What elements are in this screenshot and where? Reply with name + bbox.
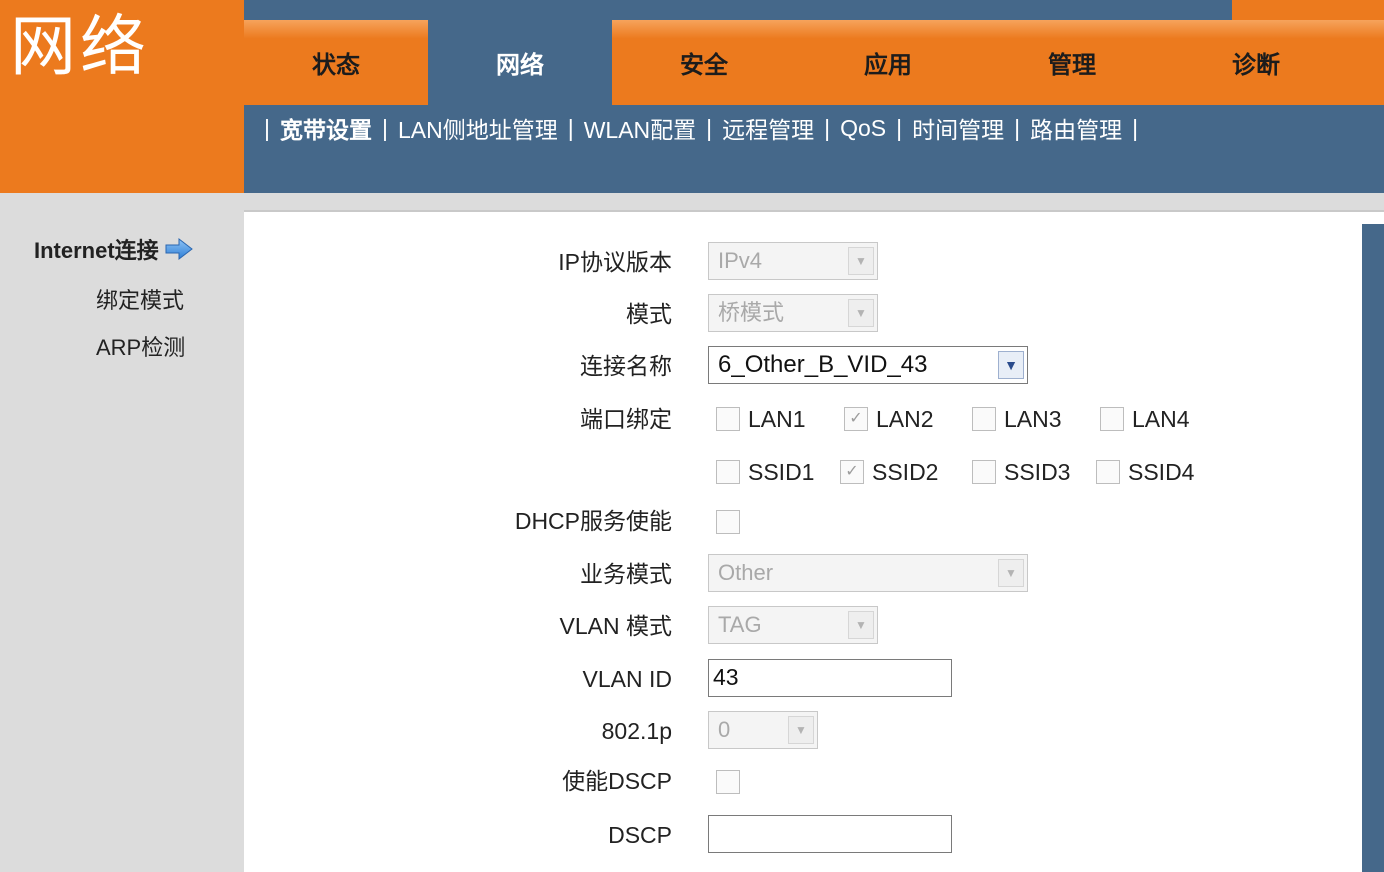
subnav-separator: |: [381, 114, 388, 141]
row-vlan-id: VLAN ID 43: [244, 659, 1364, 699]
subnav-broadband[interactable]: 宽带设置: [280, 111, 372, 145]
lan1-label: LAN1: [748, 406, 806, 432]
subnav-remote[interactable]: 远程管理: [722, 111, 814, 145]
ssid4-label: SSID4: [1128, 459, 1195, 485]
priority-select: 0 ▼: [708, 711, 818, 749]
tab-diagnostics[interactable]: 诊断: [1164, 20, 1348, 105]
scrollbar-edge[interactable]: [1362, 224, 1384, 872]
tab-status[interactable]: 状态: [244, 20, 428, 105]
row-port-binding-ssid: SSID1 ✓ SSID2 SSID3 SSID4: [244, 452, 1364, 492]
enable-dscp-label: 使能DSCP: [562, 768, 672, 794]
subnav-separator: |: [706, 114, 713, 141]
checkbox-ssid4[interactable]: [1096, 460, 1120, 484]
port-binding-label: 端口绑定: [580, 406, 672, 432]
mode-label: 模式: [626, 301, 672, 327]
mode-value: 桥模式: [718, 300, 785, 325]
top-header: 网络 状态 网络 安全 应用 管理 诊断 | 宽带设置 | LAN侧地址管理 |…: [0, 0, 1384, 193]
checkbox-lan2[interactable]: ✓: [844, 407, 868, 431]
row-mode: 模式 桥模式 ▼: [244, 294, 1364, 334]
checkbox-lan4[interactable]: [1100, 407, 1124, 431]
lan4-label: LAN4: [1132, 406, 1190, 432]
arrow-right-icon: [165, 237, 193, 261]
row-service-mode: 业务模式 Other ▼: [244, 554, 1364, 594]
chevron-down-icon: ▼: [848, 611, 874, 639]
service-mode-value: Other: [718, 560, 774, 585]
vlan-mode-label: VLAN 模式: [559, 613, 672, 639]
ssid1-label: SSID1: [748, 459, 815, 485]
checkbox-ssid2[interactable]: ✓: [840, 460, 864, 484]
subnav-lan-address[interactable]: LAN侧地址管理: [398, 111, 558, 145]
subnav-qos[interactable]: QoS: [840, 115, 886, 142]
subnav-time[interactable]: 时间管理: [912, 111, 1004, 145]
vlan-id-label: VLAN ID: [582, 666, 672, 692]
chevron-down-icon: ▼: [848, 299, 874, 327]
service-mode-select: Other ▼: [708, 554, 1028, 592]
sidebar-item-binding-mode[interactable]: 绑定模式: [96, 283, 184, 315]
row-dhcp: DHCP服务使能: [244, 501, 1364, 541]
checkbox-dhcp[interactable]: [716, 510, 740, 534]
row-enable-dscp: 使能DSCP: [244, 761, 1364, 801]
subnav-separator: |: [1014, 114, 1021, 141]
vlan-mode-select: TAG ▼: [708, 606, 878, 644]
sidebar-item-label: Internet连接: [34, 238, 159, 263]
dhcp-label: DHCP服务使能: [514, 508, 672, 534]
vlan-mode-value: TAG: [718, 612, 762, 637]
row-connection-name: 连接名称 6_Other_B_VID_43 ▼: [244, 346, 1364, 386]
row-ip-version: IP协议版本 IPv4 ▼: [244, 242, 1364, 282]
priority-value: 0: [718, 717, 731, 742]
sub-navigation: | 宽带设置 | LAN侧地址管理 | WLAN配置 | 远程管理 | QoS …: [254, 112, 1148, 144]
priority-label: 802.1p: [601, 718, 672, 744]
subnav-separator: |: [1132, 114, 1139, 141]
subnav-routing[interactable]: 路由管理: [1030, 111, 1122, 145]
row-vlan-mode: VLAN 模式 TAG ▼: [244, 606, 1364, 646]
service-mode-label: 业务模式: [580, 561, 672, 587]
row-port-binding: 端口绑定 LAN1 ✓ LAN2 LAN3 LAN4: [244, 399, 1364, 439]
connection-name-label: 连接名称: [580, 353, 672, 379]
lan2-label: LAN2: [876, 406, 934, 432]
checkbox-lan1[interactable]: [716, 407, 740, 431]
connection-name-value: 6_Other_B_VID_43: [718, 351, 928, 378]
dscp-input[interactable]: [708, 815, 952, 853]
header-accent-strip: [1232, 0, 1384, 20]
subnav-separator: |: [567, 114, 574, 141]
chevron-down-icon: ▼: [998, 559, 1024, 587]
chevron-down-icon: ▼: [788, 716, 814, 744]
vlan-id-input[interactable]: 43: [708, 659, 952, 697]
chevron-down-icon: ▼: [848, 247, 874, 275]
subnav-separator: |: [824, 114, 831, 141]
subnav-wlan[interactable]: WLAN配置: [584, 111, 696, 145]
checkbox-enable-dscp[interactable]: [716, 770, 740, 794]
page-title: 网络: [10, 8, 150, 85]
subnav-separator: |: [896, 114, 903, 141]
checkbox-ssid3[interactable]: [972, 460, 996, 484]
lan3-label: LAN3: [1004, 406, 1062, 432]
ip-version-select: IPv4 ▼: [708, 242, 878, 280]
tab-network[interactable]: 网络: [428, 20, 612, 105]
checkbox-ssid1[interactable]: [716, 460, 740, 484]
row-dscp: DSCP: [244, 815, 1364, 855]
chevron-down-icon[interactable]: ▼: [998, 351, 1024, 379]
dscp-label: DSCP: [608, 822, 672, 848]
subnav-separator: |: [264, 114, 270, 141]
ip-version-value: IPv4: [718, 248, 763, 273]
brand-panel: 网络: [0, 0, 244, 193]
mode-select: 桥模式 ▼: [708, 294, 878, 332]
ip-version-label: IP协议版本: [558, 249, 672, 275]
left-sidebar: Internet连接 绑定模式 ARP检测: [0, 193, 244, 872]
checkbox-lan3[interactable]: [972, 407, 996, 431]
connection-name-select[interactable]: 6_Other_B_VID_43 ▼: [708, 346, 1028, 384]
tab-security[interactable]: 安全: [612, 20, 796, 105]
tab-application[interactable]: 应用: [796, 20, 980, 105]
row-priority: 802.1p 0 ▼: [244, 711, 1364, 751]
ssid3-label: SSID3: [1004, 459, 1071, 485]
ssid2-label: SSID2: [872, 459, 939, 485]
sidebar-item-internet[interactable]: Internet连接: [34, 233, 193, 265]
sidebar-item-arp[interactable]: ARP检测: [96, 330, 185, 362]
tab-management[interactable]: 管理: [980, 20, 1164, 105]
